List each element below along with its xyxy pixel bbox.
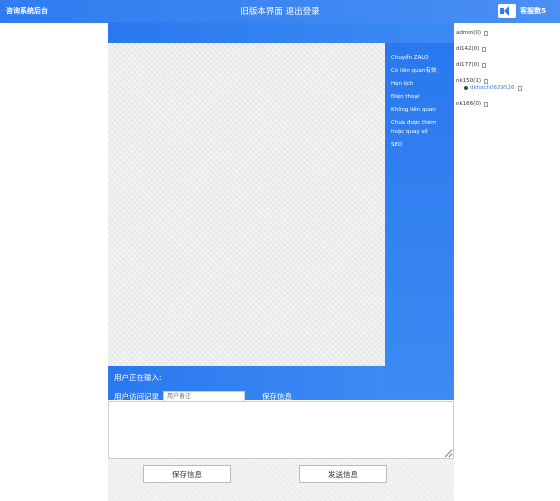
chat-messages[interactable]	[108, 43, 385, 366]
user-list: admin(0) dl142(0) dl177(0) nk150(1) dkha…	[456, 30, 560, 117]
document-icon[interactable]	[482, 46, 487, 52]
user-item[interactable]: nk150(1)	[456, 78, 560, 84]
document-icon[interactable]	[483, 78, 488, 84]
tag-menu: Chuyển ZALO Có liên quan有效 Hẹn lịch Điện…	[385, 43, 454, 400]
service-info: 客服数5	[498, 4, 546, 18]
document-icon[interactable]	[517, 85, 522, 91]
person-icon	[464, 86, 468, 90]
save-button[interactable]: 保存信息	[143, 465, 231, 483]
tag-item[interactable]: Có liên quan有效	[391, 68, 454, 75]
tag-item[interactable]: Không liên quan	[391, 107, 454, 114]
tag-item[interactable]: Chuyển ZALO	[391, 55, 454, 62]
user-name: nk150(1)	[456, 78, 481, 84]
chat-panel: Chuyển ZALO Có liên quan有效 Hẹn lịch Điện…	[108, 23, 454, 501]
user-name: nk166(0)	[456, 101, 481, 107]
send-button[interactable]: 发送信息	[299, 465, 387, 483]
document-icon[interactable]	[484, 30, 489, 36]
visitor-item[interactable]: dkhach0629526	[464, 85, 560, 91]
top-bar: 咨询系统后台 旧版本界面 退出登录 客服数5	[0, 0, 560, 23]
old-version-link[interactable]: 旧版本界面	[240, 7, 283, 17]
top-links: 旧版本界面 退出登录	[0, 5, 560, 17]
chat-header	[108, 23, 454, 43]
user-item[interactable]: nk166(0)	[456, 101, 560, 107]
service-count: 客服数5	[520, 7, 546, 15]
tag-item[interactable]: SEO	[391, 142, 454, 149]
action-bar: 保存信息 发送信息	[108, 459, 454, 501]
typing-indicator: 用户正在输入:	[114, 373, 162, 382]
user-item[interactable]: dl177(0)	[456, 62, 560, 68]
user-status-bar: 用户正在输入: 用户访问记录 保存信息	[108, 366, 385, 402]
document-icon[interactable]	[482, 62, 487, 68]
speaker-icon[interactable]	[498, 4, 517, 18]
user-name: dl142(0)	[456, 46, 480, 52]
tag-item[interactable]: Điện thoại	[391, 94, 454, 101]
user-name: dl177(0)	[456, 62, 480, 68]
tag-item[interactable]: Hẹn lịch	[391, 81, 454, 88]
message-input[interactable]	[108, 401, 454, 459]
tag-item[interactable]: Chưa được thêm	[391, 120, 454, 127]
document-icon[interactable]	[483, 101, 488, 107]
user-name: admin(0)	[456, 30, 482, 36]
user-item[interactable]: admin(0)	[456, 30, 560, 36]
tag-item[interactable]: hoặc quay số	[391, 129, 454, 136]
visitor-name[interactable]: dkhach0629526	[470, 85, 515, 91]
logout-link[interactable]: 退出登录	[286, 7, 320, 17]
user-item[interactable]: dl142(0)	[456, 46, 560, 52]
